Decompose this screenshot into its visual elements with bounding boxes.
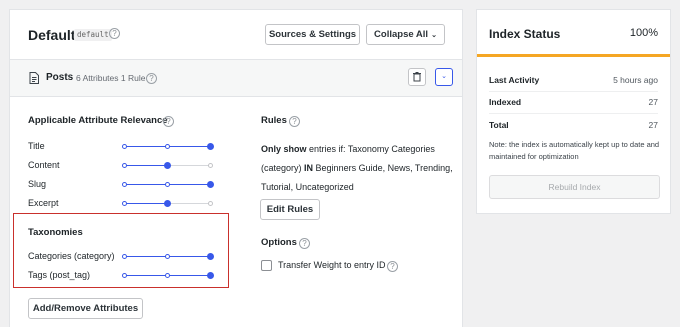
transfer-weight-checkbox[interactable]: [261, 260, 272, 271]
last-activity-value: 5 hours ago: [613, 75, 658, 85]
source-meta: 6 Attributes 1 Rule: [76, 73, 146, 83]
source-header-posts[interactable]: Posts 6 Attributes 1 Rule ? ⌄: [10, 60, 462, 97]
rule-description: Only show entries if: Taxonomy Categorie…: [261, 140, 461, 197]
transfer-weight-help-icon[interactable]: ?: [387, 261, 398, 272]
engine-card: Default default ? Sources & Settings Col…: [9, 9, 463, 327]
indexed-label: Indexed: [489, 97, 522, 107]
toggle-source-button[interactable]: ⌄: [435, 68, 453, 86]
index-status-percent: 100%: [629, 27, 658, 39]
slider-stop[interactable]: [121, 182, 127, 187]
taxonomy-slider-category[interactable]: [121, 253, 214, 261]
engine-help-icon[interactable]: ?: [109, 28, 120, 39]
collapse-all-button[interactable]: Collapse All ⌄: [366, 24, 445, 45]
relevance-slider-slug[interactable]: [121, 181, 214, 189]
attribute-label: Content: [28, 160, 60, 170]
engine-slug: default: [74, 29, 112, 41]
slider-stop[interactable]: [164, 144, 170, 149]
index-progress-bar: [477, 54, 670, 57]
total-label: Total: [489, 120, 509, 130]
remove-source-button[interactable]: [408, 68, 426, 86]
slider-handle[interactable]: [206, 253, 214, 260]
taxonomy-label: Categories (category): [28, 251, 115, 261]
source-help-icon[interactable]: ?: [146, 73, 157, 84]
sources-settings-label: Sources & Settings: [268, 29, 357, 40]
options-help-icon[interactable]: ?: [299, 238, 310, 249]
slider-stop[interactable]: [164, 273, 170, 278]
slider-stop[interactable]: [164, 254, 170, 259]
taxonomy-label: Tags (post_tag): [28, 270, 91, 280]
relevance-slider-content[interactable]: [121, 162, 213, 170]
slider-stop[interactable]: [207, 163, 213, 168]
engine-title: Default: [28, 27, 76, 43]
attribute-label: Title: [28, 141, 45, 151]
slider-handle[interactable]: [206, 181, 214, 188]
index-status-card: Index Status 100% Last Activity 5 hours …: [476, 9, 671, 214]
slider-stop[interactable]: [121, 273, 127, 278]
slider-stop[interactable]: [121, 254, 127, 259]
slider-fill: [124, 203, 167, 204]
index-note: Note: the index is automatically kept up…: [489, 140, 660, 161]
slider-stop[interactable]: [207, 201, 213, 206]
slider-stop[interactable]: [121, 163, 127, 168]
relevance-slider-title[interactable]: [121, 143, 214, 151]
total-value: 27: [648, 120, 658, 130]
rules-help-icon[interactable]: ?: [289, 116, 300, 127]
last-activity-label: Last Activity: [489, 75, 540, 85]
source-name: Posts: [46, 72, 74, 83]
attribute-label: Excerpt: [28, 198, 59, 208]
indexed-value: 27: [648, 97, 658, 107]
slider-stop[interactable]: [164, 182, 170, 187]
chevron-down-icon: ⌄: [431, 32, 437, 39]
attribute-label: Slug: [28, 179, 47, 189]
relevance-help-icon[interactable]: ?: [163, 116, 174, 127]
taxonomies-title: Taxonomies: [28, 227, 83, 238]
add-remove-attributes-button[interactable]: Add/Remove Attributes: [28, 298, 143, 319]
slider-handle[interactable]: [206, 143, 214, 150]
trash-icon: [413, 72, 421, 82]
edit-rules-label: Edit Rules: [266, 204, 314, 215]
slider-handle[interactable]: [206, 272, 214, 279]
index-status-title: Index Status: [489, 27, 561, 41]
rule-only-show: Only show: [261, 144, 307, 154]
slider-stop[interactable]: [121, 201, 127, 206]
options-title: Options: [261, 237, 297, 248]
slider-stop[interactable]: [121, 144, 127, 149]
relevance-title: Applicable Attribute Relevance: [28, 115, 168, 126]
chevron-down-icon: ⌄: [441, 73, 447, 80]
relevance-slider-excerpt[interactable]: [121, 200, 213, 208]
divider: [489, 113, 658, 114]
document-icon: [29, 72, 39, 84]
collapse-all-label: Collapse All: [374, 29, 429, 40]
slider-fill: [124, 165, 167, 166]
rule-in-keyword: IN: [304, 163, 314, 173]
index-progress-fill: [477, 54, 670, 57]
rules-title: Rules: [261, 115, 287, 126]
rebuild-index-button[interactable]: Rebuild Index: [489, 175, 660, 199]
edit-rules-button[interactable]: Edit Rules: [260, 199, 320, 220]
slider-handle[interactable]: [163, 162, 171, 169]
divider: [489, 91, 658, 92]
transfer-weight-label[interactable]: Transfer Weight to entry ID: [278, 260, 386, 270]
engine-header: Default default ? Sources & Settings Col…: [10, 10, 462, 60]
sources-settings-button[interactable]: Sources & Settings: [265, 24, 360, 45]
taxonomy-slider-post-tag[interactable]: [121, 272, 214, 280]
add-remove-attributes-label: Add/Remove Attributes: [32, 303, 139, 314]
slider-handle[interactable]: [163, 200, 171, 207]
